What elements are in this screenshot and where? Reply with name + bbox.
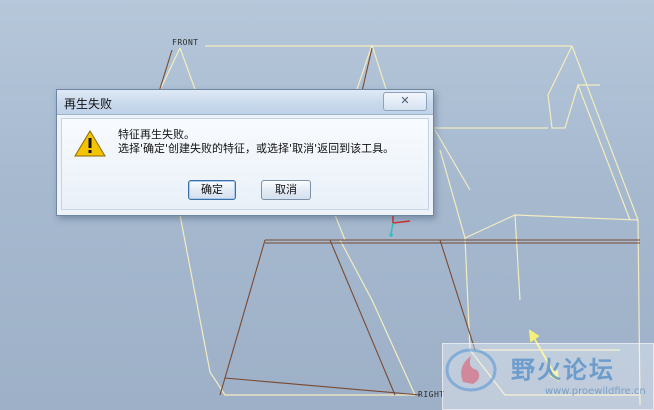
close-button[interactable]: ✕ <box>383 92 427 111</box>
dialog-titlebar[interactable]: 再生失败 ✕ <box>57 90 433 115</box>
forum-watermark: 野火论坛 www.proewildfire.cn <box>442 343 654 410</box>
watermark-name: 野火论坛 <box>511 356 615 384</box>
warning-icon <box>74 130 106 157</box>
dialog-body: 特征再生失败。 选择'确定'创建失败的特征，或选择'取消'返回到该工具。 确定 … <box>61 118 429 210</box>
ok-button[interactable]: 确定 <box>188 180 236 200</box>
datum-front-label: FRONT <box>172 38 199 47</box>
flame-logo-icon <box>445 348 497 392</box>
close-icon: ✕ <box>400 94 410 107</box>
regeneration-failed-dialog: 再生失败 ✕ 特征再生失败。 选择'确定'创建失败的特征，或选择'取消'返回到该… <box>56 89 434 216</box>
dialog-title: 再生失败 <box>64 97 113 111</box>
message-line-2: 选择'确定'创建失败的特征，或选择'取消'返回到该工具。 <box>118 142 395 155</box>
datum-right-label: RIGHT <box>418 390 445 399</box>
cancel-button[interactable]: 取消 <box>261 180 311 200</box>
watermark-url: www.proewildfire.cn <box>545 386 646 397</box>
